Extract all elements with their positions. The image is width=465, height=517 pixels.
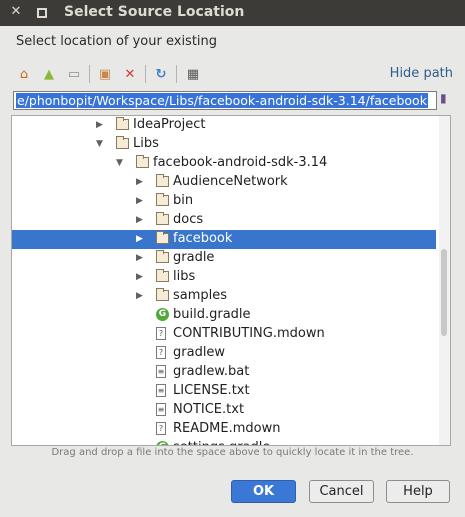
- toolbar-separator: [145, 65, 146, 83]
- collapsed-arrow-icon[interactable]: ▶: [136, 176, 146, 188]
- tree-row-label: IdeaProject: [133, 117, 206, 132]
- tree-row[interactable]: Gsettings.gradle: [12, 439, 436, 445]
- folder-icon: [136, 155, 149, 168]
- path-field[interactable]: e/phonbopit/Workspace/Libs/facebook-andr…: [13, 91, 437, 110]
- folder-icon: [156, 250, 169, 263]
- tree-row-label: samples: [173, 288, 228, 303]
- tree-row[interactable]: ▶ IdeaProject: [12, 116, 436, 135]
- tree-row-label: docs: [173, 212, 204, 227]
- file-tree[interactable]: ▶ IdeaProject ▼ Libs ▼ facebook-android-sdk-3…: [11, 115, 451, 446]
- folder-icon[interactable]: ▭: [65, 65, 83, 83]
- toolbar-separator: [89, 65, 90, 83]
- folder-icon: [156, 212, 169, 225]
- tree-row[interactable]: ▶ facebook: [12, 230, 436, 249]
- path-history-icon[interactable]: ▮: [440, 91, 452, 109]
- expanded-arrow-icon[interactable]: ▼: [116, 157, 126, 169]
- tree-row-label: build.gradle: [173, 307, 251, 322]
- unknown-file-icon: ?: [156, 346, 166, 359]
- tree-row-label: CONTRIBUTING.mdown: [173, 326, 325, 341]
- tree-row[interactable]: ? README.mdown: [12, 420, 436, 439]
- tree-scrollbar-thumb[interactable]: [441, 249, 447, 336]
- tree-row[interactable]: ▼ facebook-android-sdk-3.14: [12, 154, 436, 173]
- new-folder-icon[interactable]: ▣: [96, 65, 114, 83]
- select-source-location-dialog: ✕ Select Source Location Select location…: [0, 0, 465, 517]
- tree-row-label: settings.gradle: [173, 440, 270, 445]
- gradle-file-icon: G: [156, 441, 169, 445]
- maximize-icon[interactable]: [34, 5, 48, 19]
- tree-row-label: README.mdown: [173, 421, 281, 436]
- tree-row[interactable]: ▶ libs: [12, 268, 436, 287]
- tree-row-label: bin: [173, 193, 194, 208]
- tree-row[interactable]: Gbuild.gradle: [12, 306, 436, 325]
- text-file-icon: ≡: [156, 365, 166, 378]
- show-hidden-icon[interactable]: ▦: [184, 65, 202, 83]
- tree-row-label: gradlew.bat: [173, 364, 250, 379]
- text-file-icon: ≡: [156, 384, 166, 397]
- tree-row-label: facebook-android-sdk-3.14: [153, 155, 328, 170]
- window-title: Select Source Location: [64, 4, 245, 20]
- tree-row[interactable]: ▶ AudienceNetwork: [12, 173, 436, 192]
- folder-icon: [156, 231, 169, 244]
- ok-button[interactable]: OK: [231, 480, 296, 503]
- collapsed-arrow-icon[interactable]: ▶: [136, 252, 146, 264]
- folder-icon: [156, 193, 169, 206]
- cancel-button[interactable]: Cancel: [309, 480, 374, 503]
- tree-row[interactable]: ▶ samples: [12, 287, 436, 306]
- tree-row[interactable]: ≡ NOTICE.txt: [12, 401, 436, 420]
- hide-path-link[interactable]: Hide path: [390, 66, 453, 81]
- unknown-file-icon: ?: [156, 327, 166, 340]
- tree-row[interactable]: ≡ gradlew.bat: [12, 363, 436, 382]
- tree-row-label: Libs: [133, 136, 159, 151]
- folder-icon: [156, 174, 169, 187]
- tree-row-label: facebook: [173, 231, 233, 246]
- help-button[interactable]: Help: [386, 480, 450, 503]
- collapsed-arrow-icon[interactable]: ▶: [136, 233, 146, 245]
- tree-row[interactable]: ? CONTRIBUTING.mdown: [12, 325, 436, 344]
- dialog-description: Select location of your existing: [16, 34, 218, 49]
- toolbar-separator: [176, 65, 177, 83]
- drag-drop-hint: Drag and drop a file into the space abov…: [51, 447, 414, 458]
- path-input-value[interactable]: e/phonbopit/Workspace/Libs/facebook-andr…: [16, 93, 428, 108]
- close-icon[interactable]: ✕: [9, 5, 23, 19]
- collapsed-arrow-icon[interactable]: ▶: [136, 214, 146, 226]
- unknown-file-icon: ?: [156, 422, 166, 435]
- folder-icon: [116, 117, 129, 130]
- expanded-arrow-icon[interactable]: ▼: [96, 138, 106, 150]
- folder-icon: [156, 288, 169, 301]
- tree-row-label: gradlew: [173, 345, 226, 360]
- tree-row[interactable]: ≡ LICENSE.txt: [12, 382, 436, 401]
- tree-row-label: LICENSE.txt: [173, 383, 250, 398]
- folder-icon: [156, 269, 169, 282]
- android-icon[interactable]: ▲: [40, 65, 58, 83]
- tree-row[interactable]: ? gradlew: [12, 344, 436, 363]
- collapsed-arrow-icon[interactable]: ▶: [136, 290, 146, 302]
- title-bar: ✕ Select Source Location: [0, 0, 465, 26]
- tree-scrollbar[interactable]: [439, 116, 450, 445]
- tree-row[interactable]: ▼ Libs: [12, 135, 436, 154]
- text-file-icon: ≡: [156, 403, 166, 416]
- folder-icon: [116, 136, 129, 149]
- tree-row[interactable]: ▶ bin: [12, 192, 436, 211]
- collapsed-arrow-icon[interactable]: ▶: [136, 195, 146, 207]
- tree-row-label: libs: [173, 269, 196, 284]
- gradle-file-icon: G: [156, 308, 169, 321]
- tree-row-label: AudienceNetwork: [173, 174, 288, 189]
- tree-row-label: NOTICE.txt: [173, 402, 245, 417]
- tree-row[interactable]: ▶ docs: [12, 211, 436, 230]
- home-icon[interactable]: ⌂: [15, 65, 33, 83]
- delete-icon[interactable]: ✕: [121, 65, 139, 83]
- tree-row-label: gradle: [173, 250, 215, 265]
- tree-row[interactable]: ▶ gradle: [12, 249, 436, 268]
- collapsed-arrow-icon[interactable]: ▶: [96, 119, 106, 131]
- collapsed-arrow-icon[interactable]: ▶: [136, 271, 146, 283]
- refresh-icon[interactable]: ↻: [152, 65, 170, 83]
